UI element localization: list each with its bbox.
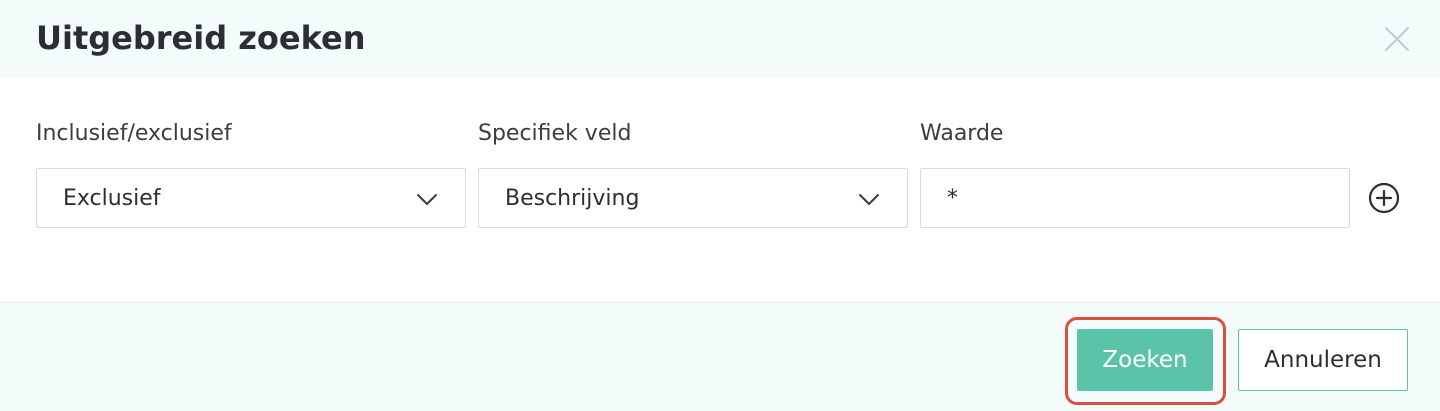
value-label: Waarde [920,121,1004,146]
chevron-down-icon [859,194,879,205]
advanced-search-dialog: Uitgebreid zoeken Inclusief/exclusief Ex… [0,0,1440,411]
value-input[interactable]: * [920,168,1350,228]
dialog-body: Inclusief/exclusief Exclusief Specifiek … [0,78,1440,302]
field-label: Specifiek veld [478,121,632,146]
dialog-footer: Zoeken Annuleren [0,302,1440,411]
chevron-down-icon [417,194,437,205]
add-condition-button[interactable] [1368,182,1400,214]
dialog-title: Uitgebreid zoeken [36,19,366,57]
field-select[interactable]: Beschrijving [478,168,908,228]
close-button[interactable] [1382,24,1412,54]
inclusive-label: Inclusief/exclusief [36,121,232,146]
cancel-button[interactable]: Annuleren [1238,329,1408,391]
plus-circle-icon [1368,182,1400,214]
value-input-text: * [947,186,958,211]
field-select-value: Beschrijving [505,186,640,211]
search-button[interactable]: Zoeken [1077,329,1213,391]
inclusive-select-value: Exclusief [63,186,161,211]
dialog-header: Uitgebreid zoeken [0,0,1440,78]
inclusive-select[interactable]: Exclusief [36,168,466,228]
close-icon [1385,27,1409,51]
